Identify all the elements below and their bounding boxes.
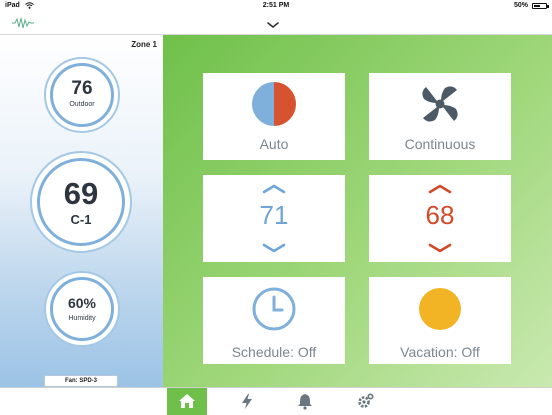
control-panel: Auto Continuous 71 68 Schedule: Off Vaca… xyxy=(163,35,552,387)
indoor-zone-code: C-1 xyxy=(70,212,92,227)
chevron-down-icon[interactable] xyxy=(266,22,280,28)
tab-home[interactable] xyxy=(167,388,207,415)
humidity-gauge: 60% Humidity xyxy=(44,271,120,347)
humidity-label: Humidity xyxy=(68,315,96,322)
fan-mode-label: Continuous xyxy=(404,136,476,152)
auto-mode-icon xyxy=(252,82,296,126)
cool-setpoint-value: 71 xyxy=(259,200,289,230)
tab-alerts[interactable] xyxy=(285,388,325,415)
indoor-temperature-gauge[interactable]: 69 C-1 xyxy=(30,151,132,253)
indoor-temperature-value: 69 xyxy=(63,176,99,211)
fan-status-badge: Fan: SPD-3 xyxy=(44,375,118,387)
home-icon xyxy=(179,394,195,408)
vacation-tile[interactable]: Vacation: Off xyxy=(369,277,511,364)
bottom-tab-bar xyxy=(0,387,552,415)
clock-time: 2:51 PM xyxy=(262,2,290,9)
waveform-logo-icon xyxy=(12,17,34,29)
heat-setpoint-value: 68 xyxy=(425,200,455,230)
top-bar xyxy=(0,12,552,35)
vacation-label: Vacation: Off xyxy=(400,344,480,360)
chevron-down-icon[interactable] xyxy=(428,243,452,253)
bell-icon xyxy=(298,394,312,410)
chevron-down-icon[interactable] xyxy=(262,243,286,253)
clock-icon xyxy=(252,287,296,331)
chevron-up-icon[interactable] xyxy=(428,184,452,194)
status-bar: iPad 2:51 PM 50% xyxy=(0,0,552,12)
schedule-label: Schedule: Off xyxy=(231,344,317,360)
humidity-value: 60% xyxy=(67,295,97,311)
sun-icon xyxy=(419,288,461,330)
outdoor-temperature-gauge: 76 Outdoor xyxy=(44,57,120,133)
outdoor-temperature-value: 76 xyxy=(71,78,93,99)
schedule-tile[interactable]: Schedule: Off xyxy=(203,277,345,364)
fan-icon xyxy=(422,86,458,122)
zone-sidebar: Zone 1 76 Outdoor 69 C-1 60% Humidity Fa… xyxy=(0,35,163,387)
zone-label: Zone 1 xyxy=(131,40,157,49)
mode-tile[interactable]: Auto xyxy=(203,73,345,160)
battery-percent: 50% xyxy=(513,2,528,9)
cool-setpoint-tile: 71 xyxy=(203,175,345,262)
heat-setpoint-tile: 68 xyxy=(369,175,511,262)
mode-label: Auto xyxy=(259,136,289,152)
battery-icon xyxy=(532,3,549,9)
fan-tile[interactable]: Continuous xyxy=(369,73,511,160)
outdoor-label: Outdoor xyxy=(69,101,95,108)
tab-settings[interactable] xyxy=(345,388,385,415)
tab-energy[interactable] xyxy=(227,388,267,415)
chevron-up-icon[interactable] xyxy=(262,184,286,194)
settings-icon xyxy=(358,393,374,408)
lightning-icon xyxy=(242,394,252,409)
